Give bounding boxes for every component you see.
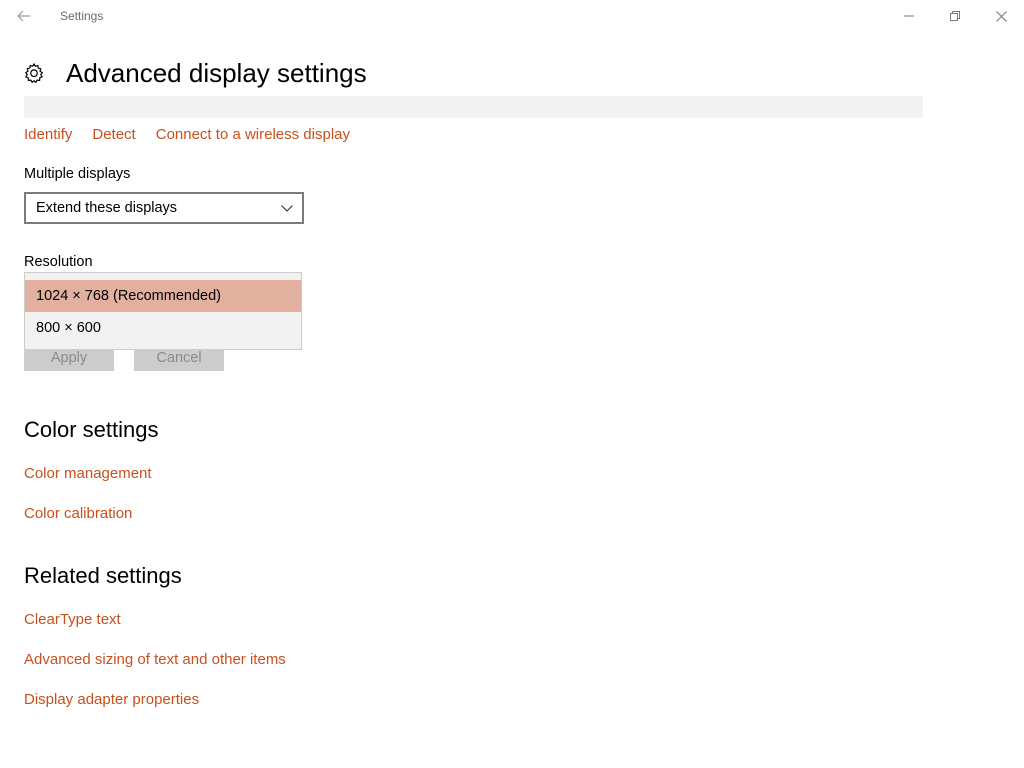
minimize-button[interactable]	[886, 0, 932, 32]
restore-button[interactable]	[932, 0, 978, 32]
gear-icon	[22, 61, 46, 85]
color-calibration-link[interactable]: Color calibration	[24, 505, 132, 522]
color-management-link[interactable]: Color management	[24, 465, 152, 482]
close-icon	[995, 10, 1007, 22]
page-header: Advanced display settings	[22, 56, 367, 90]
resolution-dropdown-list: 1024 × 768 (Recommended) 800 × 600	[24, 272, 302, 350]
back-arrow-icon	[17, 10, 30, 22]
related-settings-heading: Related settings	[24, 563, 182, 588]
detect-link[interactable]: Detect	[92, 126, 135, 143]
identify-link[interactable]: Identify	[24, 126, 72, 143]
title-bar: Settings	[0, 0, 1024, 32]
multiple-displays-label: Multiple displays	[24, 166, 131, 182]
resolution-option-1024x768[interactable]: 1024 × 768 (Recommended)	[25, 280, 301, 312]
cleartype-text-link[interactable]: ClearType text	[24, 611, 121, 628]
resolution-option-800x600[interactable]: 800 × 600	[25, 312, 301, 344]
minimize-icon	[904, 15, 914, 17]
page-title: Advanced display settings	[66, 57, 367, 88]
settings-window: Settings Advanced display settings Ident…	[0, 0, 1024, 768]
window-title: Settings	[60, 9, 104, 23]
advanced-sizing-link[interactable]: Advanced sizing of text and other items	[24, 651, 286, 668]
restore-icon	[950, 11, 960, 21]
display-arrangement-area[interactable]	[24, 96, 923, 118]
connect-wireless-display-link[interactable]: Connect to a wireless display	[156, 126, 350, 143]
display-links: Identify Detect Connect to a wireless di…	[24, 126, 350, 143]
multiple-displays-value: Extend these displays	[36, 200, 178, 216]
color-settings-heading: Color settings	[24, 417, 159, 442]
back-button[interactable]	[8, 0, 40, 32]
close-button[interactable]	[978, 0, 1024, 32]
display-adapter-properties-link[interactable]: Display adapter properties	[24, 691, 199, 708]
resolution-label: Resolution	[24, 254, 93, 270]
chevron-down-icon	[281, 205, 293, 212]
multiple-displays-dropdown[interactable]: Extend these displays	[24, 192, 304, 224]
